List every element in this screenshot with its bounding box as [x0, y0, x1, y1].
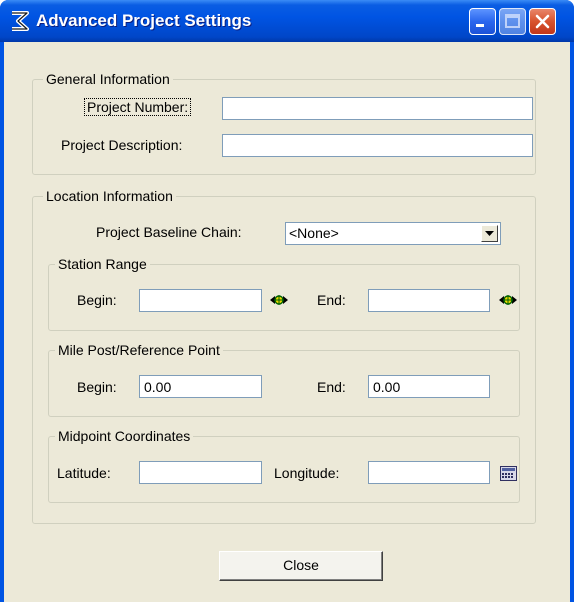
longitude-input[interactable] — [368, 461, 490, 484]
general-information-legend: General Information — [43, 71, 173, 87]
station-end-label: End: — [317, 292, 346, 308]
chevron-down-icon — [485, 231, 494, 236]
app-logo-icon — [12, 11, 29, 31]
project-description-label: Project Description: — [61, 137, 183, 153]
baseline-chain-label: Project Baseline Chain: — [96, 224, 242, 240]
midpoint-coordinates-legend: Midpoint Coordinates — [55, 428, 194, 444]
maximize-button — [499, 8, 526, 35]
mile-post-end-label: End: — [317, 379, 346, 395]
baseline-chain-value: <None> — [289, 225, 339, 241]
station-range-legend: Station Range — [55, 256, 150, 272]
project-number-input[interactable] — [222, 97, 533, 120]
minimize-icon — [476, 24, 484, 27]
station-end-locate-icon[interactable] — [498, 293, 518, 307]
calculator-icon[interactable] — [500, 466, 517, 481]
project-description-input[interactable] — [222, 134, 533, 157]
mile-post-begin-input[interactable] — [139, 375, 262, 398]
longitude-label: Longitude: — [274, 465, 340, 481]
general-information-group: General Information — [32, 71, 536, 175]
minimize-button[interactable] — [469, 8, 496, 35]
mile-post-begin-label: Begin: — [77, 379, 117, 395]
location-information-legend: Location Information — [43, 188, 176, 204]
window-title: Advanced Project Settings — [36, 11, 252, 30]
station-end-input[interactable] — [368, 289, 490, 312]
station-begin-input[interactable] — [139, 289, 262, 312]
station-begin-label: Begin: — [77, 292, 117, 308]
dropdown-arrow-button[interactable] — [481, 225, 498, 242]
maximize-icon — [505, 14, 520, 28]
title-bar[interactable]: Advanced Project Settings — [0, 0, 574, 42]
close-button[interactable]: Close — [219, 551, 383, 581]
baseline-chain-select[interactable]: <None> — [285, 222, 501, 245]
mile-post-end-input[interactable] — [368, 375, 490, 398]
station-begin-locate-icon[interactable] — [269, 293, 289, 307]
close-window-button[interactable] — [529, 8, 556, 35]
close-icon — [535, 14, 550, 29]
latitude-label: Latitude: — [57, 465, 111, 481]
latitude-input[interactable] — [139, 461, 262, 484]
dialog-window: Advanced Project Settings General Inform… — [0, 0, 574, 602]
project-number-label: Project Number: — [84, 98, 192, 116]
mile-post-legend: Mile Post/Reference Point — [55, 342, 223, 358]
dialog-client-area: General Information Project Number: Proj… — [4, 42, 570, 602]
